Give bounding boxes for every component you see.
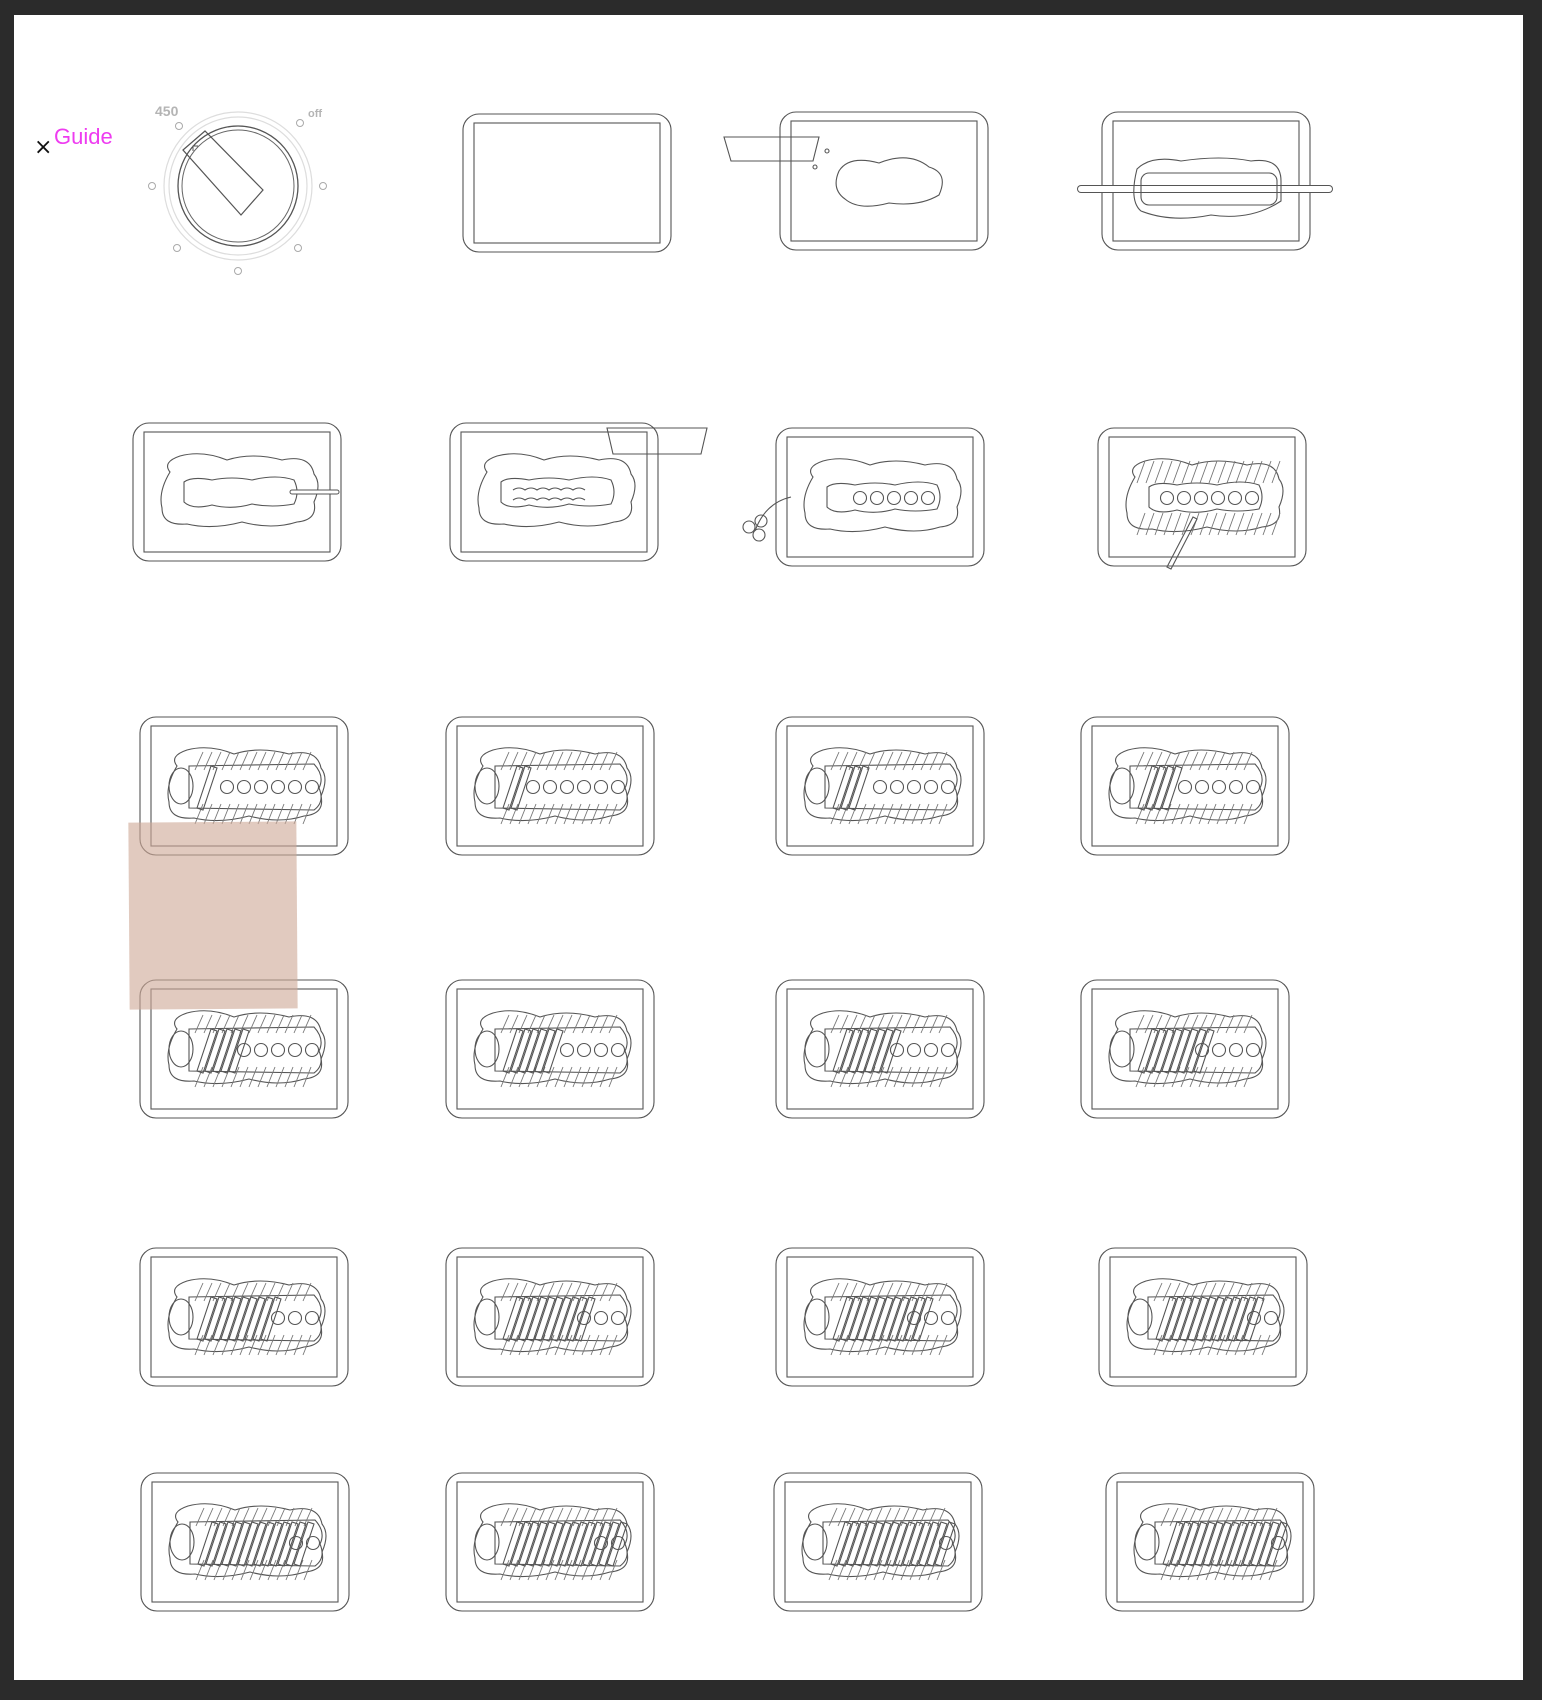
step-tray-14[interactable] — [775, 979, 985, 1119]
tray-illustration-icon — [1080, 716, 1290, 856]
step-tray-21[interactable] — [445, 1472, 655, 1612]
tray-illustration-icon — [775, 716, 985, 856]
step-tray-19[interactable] — [1098, 1247, 1308, 1387]
tray-illustration-icon — [1098, 1247, 1308, 1387]
step-tray-10[interactable] — [775, 716, 985, 856]
step-tray-20[interactable] — [140, 1472, 350, 1612]
step-tray-23[interactable] — [1105, 1472, 1315, 1612]
tray-illustration-icon — [140, 1472, 350, 1612]
tray-illustration-icon — [1097, 427, 1307, 570]
tray-illustration-icon — [139, 1247, 349, 1387]
close-icon[interactable]: × — [34, 137, 52, 159]
tray-illustration-icon — [1077, 111, 1333, 251]
step-tray-7[interactable] — [1097, 427, 1307, 570]
tray-illustration-icon — [445, 1472, 655, 1612]
step-tray-3[interactable] — [1077, 111, 1333, 251]
tray-illustration-icon — [773, 1472, 983, 1612]
tray-illustration-icon — [462, 113, 672, 253]
tray-illustration-icon — [445, 1247, 655, 1387]
tray-illustration-icon — [445, 716, 655, 856]
step-tray-15[interactable] — [1080, 979, 1290, 1119]
guide-link[interactable]: Guide — [54, 126, 113, 148]
step-tray-22[interactable] — [773, 1472, 983, 1612]
step-tray-9[interactable] — [445, 716, 655, 856]
step-tray-13[interactable] — [445, 979, 655, 1119]
oven-dial[interactable]: 450 off — [143, 98, 343, 283]
dial-max-label: 450 — [155, 103, 179, 119]
step-tray-6[interactable] — [742, 427, 985, 567]
dial-icon — [148, 111, 327, 275]
step-tray-5[interactable] — [449, 422, 708, 562]
tray-illustration-icon — [449, 422, 708, 562]
step-tray-1[interactable] — [462, 113, 672, 253]
step-tray-18[interactable] — [775, 1247, 985, 1387]
step-tray-11[interactable] — [1080, 716, 1290, 856]
tray-illustration-icon — [1080, 979, 1290, 1119]
tray-illustration-icon — [1105, 1472, 1315, 1612]
step-tray-2[interactable] — [723, 111, 989, 251]
tray-illustration-icon — [775, 1247, 985, 1387]
tray-illustration-icon — [445, 979, 655, 1119]
sticky-note[interactable] — [128, 821, 298, 1010]
dial-off-label: off — [308, 108, 323, 120]
step-tray-16[interactable] — [139, 1247, 349, 1387]
tray-illustration-icon — [132, 422, 342, 562]
tray-illustration-icon — [723, 111, 989, 251]
tray-illustration-icon — [742, 427, 985, 567]
step-tray-4[interactable] — [132, 422, 342, 562]
step-tray-17[interactable] — [445, 1247, 655, 1387]
tray-illustration-icon — [775, 979, 985, 1119]
